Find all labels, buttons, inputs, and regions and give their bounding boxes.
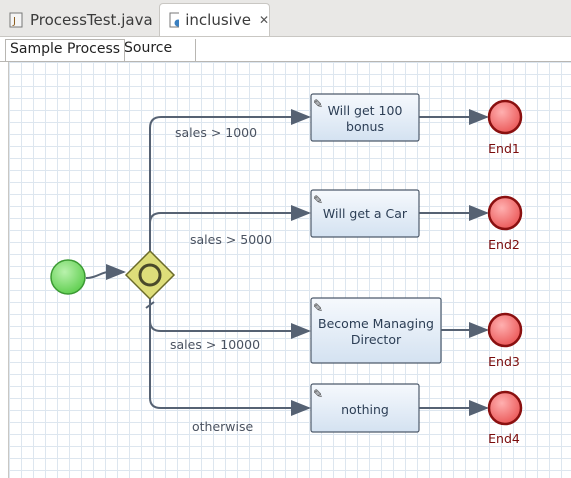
- end-label: End1: [488, 141, 520, 156]
- task-label-line1: Will get 100: [328, 103, 403, 118]
- inclusive-gateway[interactable]: [124, 249, 176, 301]
- task-label-line1: Will get a Car: [323, 206, 408, 221]
- script-icon: ✎: [313, 301, 323, 315]
- tab-sample-process[interactable]: Sample Process: [5, 39, 126, 61]
- tab-label: ProcessTest.java: [30, 10, 153, 29]
- condition-label: sales > 1000: [175, 125, 257, 140]
- editor-tab-bar: J ProcessTest.java inclusive ✕: [0, 0, 571, 37]
- tab-source[interactable]: Source: [120, 39, 196, 61]
- process-diagram: sales > 1000 sales > 5000 sales > 10000 …: [50, 93, 523, 446]
- java-file-icon: J: [9, 12, 23, 27]
- edge-to-task4[interactable]: [149, 299, 311, 416]
- end-label: End3: [488, 354, 520, 369]
- task-label-line1: Become Managing: [318, 316, 434, 331]
- end-label: End4: [488, 431, 520, 446]
- script-task-bonus[interactable]: ✎ Will get 100 bonus: [310, 93, 420, 142]
- script-task-director[interactable]: ✎ Become Managing Director: [310, 297, 442, 364]
- start-event[interactable]: [50, 259, 86, 295]
- tab-processtest-java[interactable]: J ProcessTest.java: [0, 4, 159, 35]
- tab-inclusive[interactable]: inclusive ✕: [159, 3, 270, 36]
- edge-to-task3[interactable]: [149, 299, 311, 339]
- process-canvas[interactable]: sales > 1000 sales > 5000 sales > 10000 …: [8, 62, 571, 478]
- editor-subtabs: Sample Process Source: [0, 37, 571, 62]
- end-event-3[interactable]: [487, 312, 523, 348]
- script-task-nothing[interactable]: ✎ nothing: [310, 383, 420, 433]
- script-icon: ✎: [313, 387, 323, 401]
- end-event-2[interactable]: [487, 195, 523, 231]
- task-label-line2: bonus: [346, 119, 384, 134]
- tab-label: inclusive: [185, 11, 251, 29]
- end-label: End2: [488, 237, 520, 252]
- end-event-4[interactable]: [487, 390, 523, 426]
- script-icon: ✎: [313, 97, 323, 111]
- condition-label: sales > 10000: [170, 337, 260, 352]
- script-icon: ✎: [313, 193, 323, 207]
- task-label-line2: Director: [351, 332, 402, 347]
- process-file-icon: [169, 12, 180, 28]
- task-label-line1: nothing: [341, 402, 389, 417]
- start-to-gateway-edge[interactable]: [85, 264, 126, 280]
- condition-label: sales > 5000: [190, 232, 272, 247]
- condition-label: otherwise: [192, 419, 254, 434]
- end-event-1[interactable]: [487, 99, 523, 135]
- svg-text:J: J: [12, 16, 16, 27]
- close-icon[interactable]: ✕: [259, 13, 269, 27]
- script-task-car[interactable]: ✎ Will get a Car: [310, 189, 420, 238]
